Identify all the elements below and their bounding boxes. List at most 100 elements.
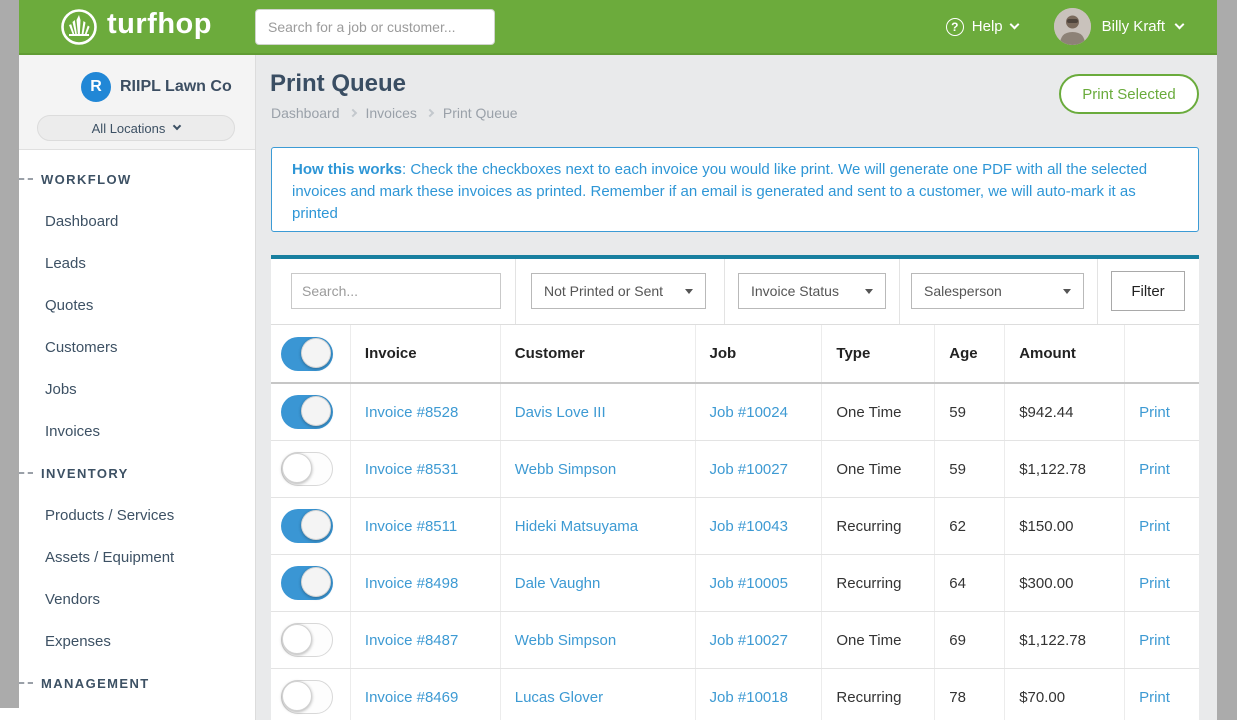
toggle-knob [282,453,312,483]
global-search-input[interactable] [255,9,495,45]
table-search-input[interactable] [291,273,501,309]
screen: turfhop ? Help Billy Kraft [0,0,1237,720]
section-dash-icon [19,472,33,474]
row-select-toggle[interactable] [281,566,333,600]
invoice-type-cell: Recurring [822,498,935,554]
filter-button[interactable]: Filter [1111,271,1185,311]
invoice-amount-cell: $942.44 [1005,384,1125,440]
printed-sent-filter-value: Not Printed or Sent [544,283,663,299]
column-header-invoice: Invoice [351,325,501,382]
section-label: WORKFLOW [41,172,132,187]
printed-sent-filter-select[interactable]: Not Printed or Sent [531,273,706,309]
print-link[interactable]: Print [1139,689,1170,706]
filter-divider [724,259,725,324]
invoice-link[interactable]: Invoice #8469 [365,689,458,706]
section-dash-icon [19,178,33,180]
salesperson-filter-select[interactable]: Salesperson [911,273,1084,309]
table-row: Invoice #8531 Webb Simpson Job #10027 On… [271,441,1199,498]
customer-link[interactable]: Hideki Matsuyama [515,518,638,535]
table-row: Invoice #8498 Dale Vaughn Job #10005 Rec… [271,555,1199,612]
sidebar-item-quotes[interactable]: Quotes [19,284,255,326]
invoice-table: Invoice Customer Job Type Age Amount Inv… [271,325,1199,720]
sidebar-item-leads[interactable]: Leads [19,242,255,284]
location-filter-button[interactable]: All Locations [37,115,235,141]
filter-divider [1097,259,1098,324]
invoice-link[interactable]: Invoice #8498 [365,575,458,592]
sidebar-item-jobs[interactable]: Jobs [19,368,255,410]
invoice-panel: Not Printed or Sent Invoice Status Sales… [271,255,1199,720]
sidebar-section-workflow: WORKFLOW [19,158,255,200]
sidebar-item-expenses[interactable]: Expenses [19,620,255,662]
job-link[interactable]: Job #10027 [710,461,788,478]
breadcrumb-invoices[interactable]: Invoices [366,105,417,121]
job-link[interactable]: Job #10027 [710,632,788,649]
select-all-toggle[interactable] [281,337,333,371]
sidebar-item-dashboard[interactable]: Dashboard [19,200,255,242]
invoice-link[interactable]: Invoice #8487 [365,632,458,649]
row-select-toggle[interactable] [281,680,333,714]
company-name: RIIPL Lawn Co [120,78,232,96]
sidebar-section-inventory: INVENTORY [19,452,255,494]
customer-link[interactable]: Dale Vaughn [515,575,601,592]
print-link[interactable]: Print [1139,575,1170,592]
invoice-status-filter-select[interactable]: Invoice Status [738,273,886,309]
section-label: INVENTORY [41,466,129,481]
row-select-toggle[interactable] [281,452,333,486]
print-link[interactable]: Print [1139,461,1170,478]
row-select-toggle[interactable] [281,623,333,657]
invoice-age-cell: 59 [935,384,1005,440]
print-link[interactable]: Print [1139,632,1170,649]
row-select-toggle[interactable] [281,509,333,543]
right-edge-strip [1217,0,1237,720]
job-link[interactable]: Job #10043 [710,518,788,535]
left-edge-strip [0,0,19,708]
turfhop-grass-icon [60,8,98,46]
sidebar-item-assets-equipment[interactable]: Assets / Equipment [19,536,255,578]
sidebar-section-management: MANAGEMENT [19,662,255,704]
column-header-print [1125,325,1199,382]
company-selector[interactable]: R RIIPL Lawn Co [81,72,232,102]
sidebar-item-invoices[interactable]: Invoices [19,410,255,452]
table-row: Invoice #8469 Lucas Glover Job #10018 Re… [271,669,1199,720]
caret-down-icon [685,289,693,294]
customer-link[interactable]: Lucas Glover [515,689,603,706]
help-menu[interactable]: ? Help [946,18,1018,36]
invoice-link[interactable]: Invoice #8531 [365,461,458,478]
invoice-type-cell: One Time [822,384,935,440]
chevron-right-icon [426,109,434,117]
invoice-age-cell: 64 [935,555,1005,611]
toggle-knob [282,681,312,711]
chevron-down-icon [1175,20,1185,30]
invoice-type-cell: Recurring [822,669,935,720]
print-link[interactable]: Print [1139,518,1170,535]
invoice-type-cell: One Time [822,612,935,668]
invoice-age-cell: 59 [935,441,1005,497]
brand-logo[interactable]: turfhop [60,0,212,53]
location-filter-label: All Locations [92,121,166,136]
sidebar-item-vendors[interactable]: Vendors [19,578,255,620]
invoice-amount-cell: $300.00 [1005,555,1125,611]
row-select-toggle[interactable] [281,395,333,429]
invoice-link[interactable]: Invoice #8528 [365,404,458,421]
invoice-amount-cell: $1,122.78 [1005,441,1125,497]
brand-name: turfhop [107,10,212,43]
user-menu[interactable]: Billy Kraft [1054,8,1183,45]
sidebar-item-products-services[interactable]: Products / Services [19,494,255,536]
job-link[interactable]: Job #10024 [710,404,788,421]
job-link[interactable]: Job #10005 [710,575,788,592]
table-row: Invoice #8487 Webb Simpson Job #10027 On… [271,612,1199,669]
customer-link[interactable]: Webb Simpson [515,632,616,649]
breadcrumb-print-queue: Print Queue [443,105,518,121]
print-selected-button[interactable]: Print Selected [1059,74,1199,114]
customer-link[interactable]: Webb Simpson [515,461,616,478]
caret-down-icon [1063,289,1071,294]
invoice-link[interactable]: Invoice #8511 [365,518,457,535]
invoice-status-filter-value: Invoice Status [751,283,839,299]
sidebar-item-customers[interactable]: Customers [19,326,255,368]
breadcrumb-dashboard[interactable]: Dashboard [271,105,340,121]
column-header-amount: Amount [1005,325,1125,382]
sidebar-company-block: R RIIPL Lawn Co All Locations [19,55,255,150]
print-link[interactable]: Print [1139,404,1170,421]
customer-link[interactable]: Davis Love III [515,404,606,421]
job-link[interactable]: Job #10018 [710,689,788,706]
